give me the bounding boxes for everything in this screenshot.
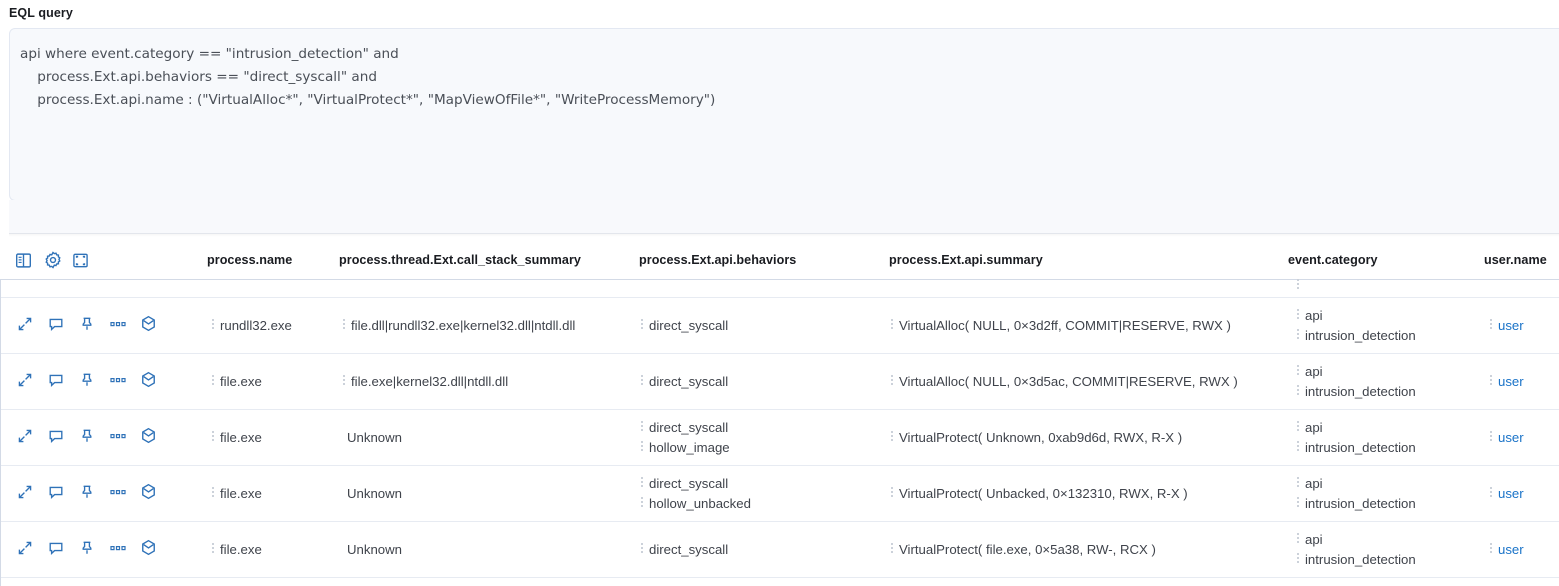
column-header-process-name[interactable]: process.name <box>207 253 292 267</box>
eql-query-section: EQL query api where event.category == "i… <box>0 0 1559 247</box>
partial-cell-marker <box>1297 276 1305 296</box>
cell-api-behaviors[interactable]: direct_syscall <box>641 540 728 560</box>
cell-api-summary[interactable]: VirtualProtect( Unknown, 0xab9d6d, RWX, … <box>891 428 1182 448</box>
expand-icon[interactable] <box>17 484 33 500</box>
cell-process-name[interactable]: rundll32.exe <box>212 316 292 336</box>
cell-call-stack-summary[interactable]: Unknown <box>347 428 402 448</box>
column-header-api-behaviors[interactable]: process.Ext.api.behaviors <box>639 253 796 267</box>
cell-call-stack-summary[interactable]: Unknown <box>347 540 402 560</box>
table-row[interactable]: file.exe Unknown direct_syscall hollow_u… <box>1 466 1559 522</box>
cell-api-behaviors[interactable]: direct_syscall hollow_unbacked <box>641 474 751 514</box>
comment-icon[interactable] <box>48 428 64 444</box>
row-actions <box>1 410 176 465</box>
cell-user-name[interactable]: user <box>1490 372 1524 392</box>
cell-user-name[interactable]: user <box>1490 428 1524 448</box>
cell-api-summary[interactable]: VirtualProtect( file.exe, 0×5a38, RW-, R… <box>891 540 1156 560</box>
row-actions <box>1 466 176 521</box>
more-actions-icon[interactable] <box>109 540 127 556</box>
table-row[interactable]: file.exe file.exe|kernel32.dll|ntdll.dll… <box>1 354 1559 410</box>
analyzer-icon[interactable] <box>140 483 157 500</box>
cell-call-stack-summary[interactable]: file.exe|kernel32.dll|ntdll.dll <box>343 372 508 392</box>
cell-event-category[interactable]: api intrusion_detection <box>1297 306 1416 346</box>
cell-api-summary[interactable]: VirtualProtect( Unbacked, 0×132310, RWX,… <box>891 484 1188 504</box>
table-row[interactable]: rundll32.exe file.dll|rundll32.exe|kerne… <box>1 298 1559 354</box>
grid-body: rundll32.exe file.dll|rundll32.exe|kerne… <box>0 279 1559 586</box>
eql-query-label: EQL query <box>9 6 73 20</box>
analyzer-icon[interactable] <box>140 371 157 388</box>
analyzer-icon[interactable] <box>140 539 157 556</box>
more-actions-icon[interactable] <box>109 372 127 388</box>
comment-icon[interactable] <box>48 316 64 332</box>
cell-event-category[interactable]: api intrusion_detection <box>1297 530 1416 570</box>
comment-icon[interactable] <box>48 484 64 500</box>
analyzer-icon[interactable] <box>140 427 157 444</box>
comment-icon[interactable] <box>48 372 64 388</box>
cell-api-behaviors[interactable]: direct_syscall <box>641 372 728 392</box>
cell-user-name[interactable]: user <box>1490 484 1524 504</box>
expand-icon[interactable] <box>17 428 33 444</box>
column-header-api-summary[interactable]: process.Ext.api.summary <box>889 253 1043 267</box>
cell-user-name[interactable]: user <box>1490 316 1524 336</box>
row-actions <box>1 298 176 353</box>
pin-icon[interactable] <box>79 484 95 500</box>
expand-icon[interactable] <box>17 540 33 556</box>
eql-query-text[interactable]: api where event.category == "intrusion_d… <box>20 43 715 112</box>
table-row-partial[interactable] <box>1 280 1559 298</box>
comment-icon[interactable] <box>48 540 64 556</box>
more-actions-icon[interactable] <box>109 316 127 332</box>
cell-user-name[interactable]: user <box>1490 540 1524 560</box>
row-actions <box>1 522 176 577</box>
analyzer-icon[interactable] <box>140 315 157 332</box>
column-header-event-category[interactable]: event.category <box>1288 253 1378 267</box>
cell-api-summary[interactable]: VirtualAlloc( NULL, 0×3d5ac, COMMIT|RESE… <box>891 372 1238 392</box>
column-header-user-name[interactable]: user.name <box>1484 253 1547 267</box>
table-row[interactable]: file.exe Unknown direct_syscall VirtualP… <box>1 522 1559 578</box>
row-actions <box>1 354 176 409</box>
cell-api-behaviors[interactable]: direct_syscall hollow_image <box>641 418 730 458</box>
cell-api-behaviors[interactable]: direct_syscall <box>641 316 728 336</box>
expand-icon[interactable] <box>17 372 33 388</box>
cell-event-category[interactable]: api intrusion_detection <box>1297 362 1416 402</box>
pin-icon[interactable] <box>79 540 95 556</box>
events-data-grid: process.name process.thread.Ext.call_sta… <box>0 245 1559 586</box>
cell-process-name[interactable]: file.exe <box>212 484 262 504</box>
cell-event-category[interactable]: api intrusion_detection <box>1297 418 1416 458</box>
more-actions-icon[interactable] <box>109 484 127 500</box>
expand-icon[interactable] <box>17 316 33 332</box>
eql-query-editor[interactable]: api where event.category == "intrusion_d… <box>9 28 1559 201</box>
pin-icon[interactable] <box>79 428 95 444</box>
cell-process-name[interactable]: file.exe <box>212 540 262 560</box>
cell-api-summary[interactable]: VirtualAlloc( NULL, 0×3d2ff, COMMIT|RESE… <box>891 316 1231 336</box>
cell-process-name[interactable]: file.exe <box>212 372 262 392</box>
column-header-call-stack-summary[interactable]: process.thread.Ext.call_stack_summary <box>339 253 581 267</box>
table-row[interactable]: file.exe Unknown direct_syscall hollow_i… <box>1 410 1559 466</box>
cell-process-name[interactable]: file.exe <box>212 428 262 448</box>
more-actions-icon[interactable] <box>109 428 127 444</box>
cell-call-stack-summary[interactable]: Unknown <box>347 484 402 504</box>
grid-column-headers: process.name process.thread.Ext.call_sta… <box>0 253 1559 279</box>
cell-call-stack-summary[interactable]: file.dll|rundll32.exe|kernel32.dll|ntdll… <box>343 316 575 336</box>
pin-icon[interactable] <box>79 372 95 388</box>
eql-query-footer-bar <box>9 200 1559 234</box>
cell-event-category[interactable]: api intrusion_detection <box>1297 474 1416 514</box>
pin-icon[interactable] <box>79 316 95 332</box>
